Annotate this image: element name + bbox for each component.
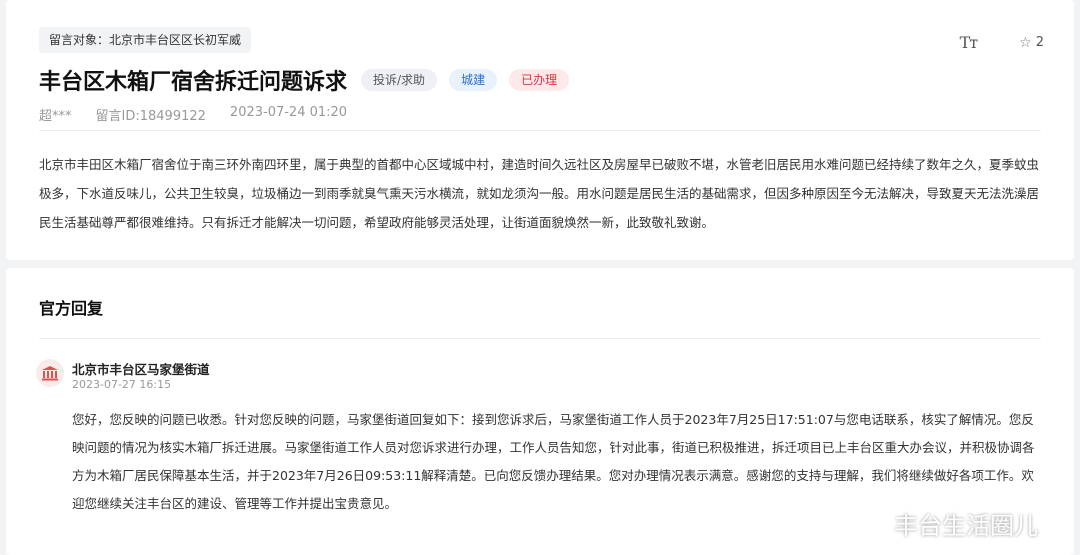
favorite-button[interactable]: ☆ 2	[1019, 35, 1044, 51]
message-card: 留言对象：北京市丰台区区长初军威 Tт ☆ 2 丰台区木箱厂宿舍拆迁问题诉求 投…	[6, 0, 1074, 260]
domain-tag: 城建	[449, 69, 498, 91]
watermark: 丰台生活圈儿	[852, 506, 1038, 541]
divider	[39, 338, 1041, 339]
message-meta: 超*** 留言ID:18499122 2023-07-24 01:20	[39, 105, 347, 124]
message-id: 留言ID:18499122	[95, 109, 206, 124]
star-count: 2	[1035, 35, 1044, 50]
page-title: 丰台区木箱厂宿舍拆迁问题诉求	[39, 70, 348, 95]
government-building-icon	[36, 359, 64, 387]
font-size-icon[interactable]: Tт	[960, 33, 979, 52]
reply-card: 官方回复 北京市丰台区马家堡街道 2023-07-27 16:15 您好，您反映…	[6, 268, 1074, 555]
message-datetime: 2023-07-24 01:20	[229, 105, 348, 120]
toolbar: Tт ☆ 2	[960, 33, 1044, 52]
author-name: 超***	[39, 109, 72, 124]
category-tag: 投诉/求助	[361, 69, 438, 91]
message-content: 北京市丰田区木箱厂宿舍位于南三环外南四环里，属于典型的首都中心区域城中村，建造时…	[39, 157, 1040, 230]
star-icon: ☆	[1019, 34, 1032, 51]
message-target-tag: 留言对象：北京市丰台区区长初军威	[39, 27, 252, 53]
watermark-text: 丰台生活圈儿	[894, 512, 1038, 540]
title-row: 丰台区木箱厂宿舍拆迁问题诉求 投诉/求助 城建 已办理	[39, 64, 581, 96]
wechat-icon	[853, 511, 885, 535]
reply-content: 您好，您反映的问题已收悉。针对您反映的问题，马家堡街道回复如下：接到您诉求后，马…	[72, 412, 1035, 511]
reply-section-title: 官方回复	[39, 299, 104, 318]
status-badge: 已办理	[509, 69, 570, 91]
reply-organization: 北京市丰台区马家堡街道	[72, 362, 210, 377]
reply-datetime: 2023-07-27 16:15	[72, 378, 172, 391]
divider	[39, 130, 1041, 131]
